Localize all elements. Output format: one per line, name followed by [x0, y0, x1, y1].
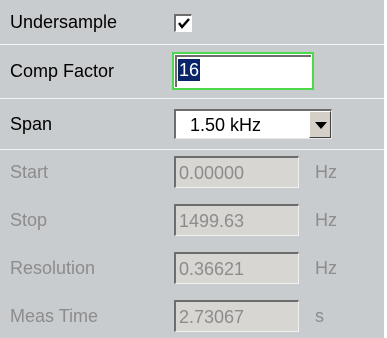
stop-field: 1499.63 [174, 204, 299, 236]
start-unit: Hz [315, 162, 337, 182]
meas-time-unit: s [315, 306, 324, 326]
resolution-unit: Hz [315, 258, 337, 278]
undersample-label: Undersample [10, 12, 118, 32]
triangle-down-icon [315, 122, 327, 129]
comp-factor-value: 16 [178, 59, 201, 81]
row-divider [0, 98, 384, 99]
span-dropdown-button[interactable] [309, 111, 331, 138]
meas-time-value: 2.73067 [179, 307, 245, 327]
span-label: Span [10, 114, 53, 134]
undersample-checkbox[interactable] [174, 14, 192, 32]
row-divider [0, 149, 384, 150]
resolution-value: 0.36621 [179, 259, 245, 279]
stop-label: Stop [10, 210, 48, 230]
check-icon [178, 18, 190, 29]
start-field: 0.00000 [174, 156, 299, 188]
stop-unit: Hz [315, 210, 337, 230]
resolution-label: Resolution [10, 258, 96, 278]
start-label: Start [10, 162, 49, 182]
start-value: 0.00000 [179, 163, 245, 183]
span-dropdown[interactable]: 1.50 kHz [174, 109, 332, 139]
comp-factor-input[interactable]: 16 [172, 52, 314, 90]
resolution-field: 0.36621 [174, 252, 299, 284]
meas-time-field: 2.73067 [174, 300, 299, 332]
row-divider [0, 44, 384, 45]
comp-factor-label: Comp Factor [10, 61, 115, 81]
stop-value: 1499.63 [179, 211, 245, 231]
meas-time-label: Meas Time [10, 306, 99, 326]
span-value: 1.50 kHz [190, 115, 262, 135]
settings-panel: Undersample Comp Factor 16 Span 1.50 kHz… [0, 0, 384, 338]
